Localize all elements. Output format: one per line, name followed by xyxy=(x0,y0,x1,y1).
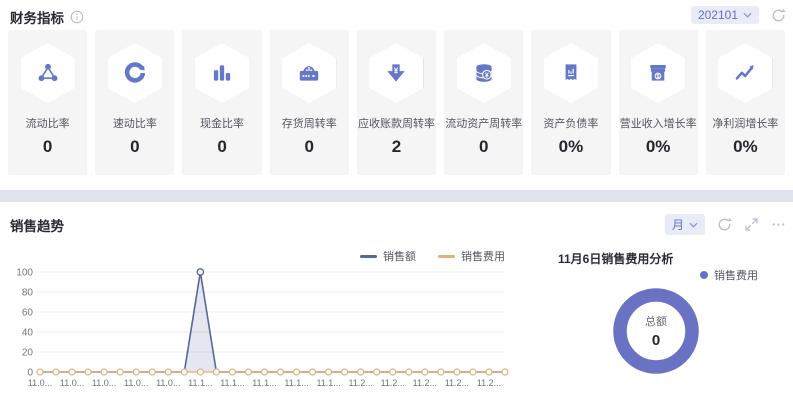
svg-text:11.1...: 11.1... xyxy=(188,378,212,388)
metric-hexagon: ¥ xyxy=(457,43,511,103)
svg-text:11.2...: 11.2... xyxy=(445,378,469,388)
svg-text:100: 100 xyxy=(16,268,33,279)
metric-card-coins-yuan[interactable]: ¥ 流动资产周转率 0 xyxy=(444,30,523,175)
donut-center-label: 总额 xyxy=(608,313,704,329)
metric-value: 0 xyxy=(479,137,488,157)
metric-label: 速动比率 xyxy=(113,115,157,131)
svg-text:80: 80 xyxy=(22,288,34,299)
pie-chart-title: 11月6日销售费用分析 xyxy=(558,250,673,267)
expand-icon[interactable] xyxy=(744,217,759,232)
donut-center-value: 0 xyxy=(608,332,704,349)
metric-value: 0% xyxy=(559,137,584,157)
metric-label: 存货周转率 xyxy=(282,115,337,131)
metric-hexagon xyxy=(108,43,162,103)
metric-card-arrow-down-yuan[interactable]: ¥ 应收账款周转率 2 xyxy=(357,30,436,175)
metric-label: 现金比率 xyxy=(200,115,244,131)
more-icon[interactable] xyxy=(771,217,786,232)
finance-title: 财务指标 xyxy=(10,7,64,27)
metric-hexagon: ¥ xyxy=(369,43,423,103)
metric-value: 0 xyxy=(305,137,314,157)
chevron-down-icon xyxy=(743,12,752,18)
metric-hexagon: $ xyxy=(282,43,336,103)
shop-dollar-icon: $ xyxy=(645,60,671,86)
finance-controls: 202101 xyxy=(691,6,786,24)
metric-card-receipt-chart[interactable]: 资产负债率 0% xyxy=(531,30,610,175)
metric-label: 净利润增长率 xyxy=(712,115,778,131)
metric-card-sync-circle[interactable]: 速动比率 0 xyxy=(95,30,174,175)
svg-text:60: 60 xyxy=(22,308,34,319)
pie-chart-legend: 销售费用 xyxy=(700,267,758,283)
legend-item-sales-expense[interactable]: 销售费用 xyxy=(700,267,758,283)
refresh-icon[interactable] xyxy=(717,217,732,232)
metric-label: 营业收入增长率 xyxy=(620,115,697,131)
svg-text:11.2...: 11.2... xyxy=(477,378,501,388)
svg-text:$: $ xyxy=(308,66,311,72)
svg-text:¥: ¥ xyxy=(485,72,489,79)
sales-trend-line-chart[interactable]: 0 20 40 60 80 100 11.0... 11.0... 11.0... 11.0...… xyxy=(6,258,511,398)
finance-header: 财务指标 xyxy=(10,7,84,27)
svg-text:11.2...: 11.2... xyxy=(413,378,437,388)
period-select-value: 202101 xyxy=(698,8,738,22)
money-box-icon: $ xyxy=(296,60,322,86)
svg-text:¥: ¥ xyxy=(394,67,399,76)
metric-label: 流动资产周转率 xyxy=(445,115,522,131)
granularity-select-value: 月 xyxy=(672,216,684,233)
metric-label: 流动比率 xyxy=(26,115,70,131)
bar-chart-icon xyxy=(209,60,235,86)
granularity-select[interactable]: 月 xyxy=(665,214,705,235)
info-icon[interactable] xyxy=(70,10,84,24)
metric-hexagon xyxy=(544,43,598,103)
svg-text:0: 0 xyxy=(27,368,33,379)
metric-value: 0 xyxy=(217,137,226,157)
coins-yuan-icon: ¥ xyxy=(471,60,497,86)
receipt-chart-icon xyxy=(558,60,584,86)
svg-text:11.2...: 11.2... xyxy=(381,378,405,388)
metric-hexagon xyxy=(21,43,75,103)
svg-text:11.2...: 11.2... xyxy=(349,378,373,388)
metric-hexagon xyxy=(718,43,772,103)
svg-text:$: $ xyxy=(657,74,660,80)
svg-text:11.1...: 11.1... xyxy=(316,378,340,388)
svg-text:11.0...: 11.0... xyxy=(124,378,148,388)
metric-card-share-nodes[interactable]: 流动比率 0 xyxy=(8,30,87,175)
sales-expense-dot xyxy=(700,271,708,279)
metric-cards-row: 流动比率 0 速动比率 0 现金比率 0 $ 存货周转率 0 ¥ 应收账款周转率… xyxy=(8,30,785,175)
sales-controls: 月 xyxy=(665,214,786,235)
refresh-icon[interactable] xyxy=(771,8,786,23)
svg-text:11.0...: 11.0... xyxy=(156,378,180,388)
metric-card-money-box[interactable]: $ 存货周转率 0 xyxy=(270,30,349,175)
svg-text:11.0...: 11.0... xyxy=(28,378,52,388)
metric-hexagon: $ xyxy=(631,43,685,103)
metric-card-trend-line[interactable]: 净利润增长率 0% xyxy=(706,30,785,175)
sales-title: 销售趋势 xyxy=(10,215,64,235)
chevron-down-icon xyxy=(689,222,698,228)
sync-circle-icon xyxy=(122,60,148,86)
share-nodes-icon xyxy=(35,60,61,86)
metric-label: 资产负债率 xyxy=(543,115,598,131)
svg-text:11.0...: 11.0... xyxy=(60,378,84,388)
metric-card-bar-chart[interactable]: 现金比率 0 xyxy=(182,30,261,175)
svg-text:11.1...: 11.1... xyxy=(220,378,244,388)
metric-card-shop-dollar[interactable]: $ 营业收入增长率 0% xyxy=(619,30,698,175)
svg-text:11.1...: 11.1... xyxy=(284,378,308,388)
metric-value: 0% xyxy=(646,137,671,157)
metric-value: 0 xyxy=(130,137,139,157)
sales-header: 销售趋势 xyxy=(10,215,64,235)
svg-text:11.1...: 11.1... xyxy=(252,378,276,388)
legend-label: 销售费用 xyxy=(714,267,758,283)
metric-label: 应收账款周转率 xyxy=(358,115,435,131)
period-select[interactable]: 202101 xyxy=(691,6,759,24)
trend-line-icon xyxy=(732,60,758,86)
svg-text:11.0...: 11.0... xyxy=(92,378,116,388)
arrow-down-yuan-icon: ¥ xyxy=(383,60,409,86)
svg-text:40: 40 xyxy=(22,328,34,339)
svg-text:20: 20 xyxy=(22,348,34,359)
section-separator xyxy=(0,190,793,202)
donut-center-text: 总额 0 xyxy=(608,313,704,349)
metric-value: 0% xyxy=(733,137,758,157)
metric-value: 0 xyxy=(43,137,52,157)
metric-hexagon xyxy=(195,43,249,103)
metric-value: 2 xyxy=(392,137,401,157)
